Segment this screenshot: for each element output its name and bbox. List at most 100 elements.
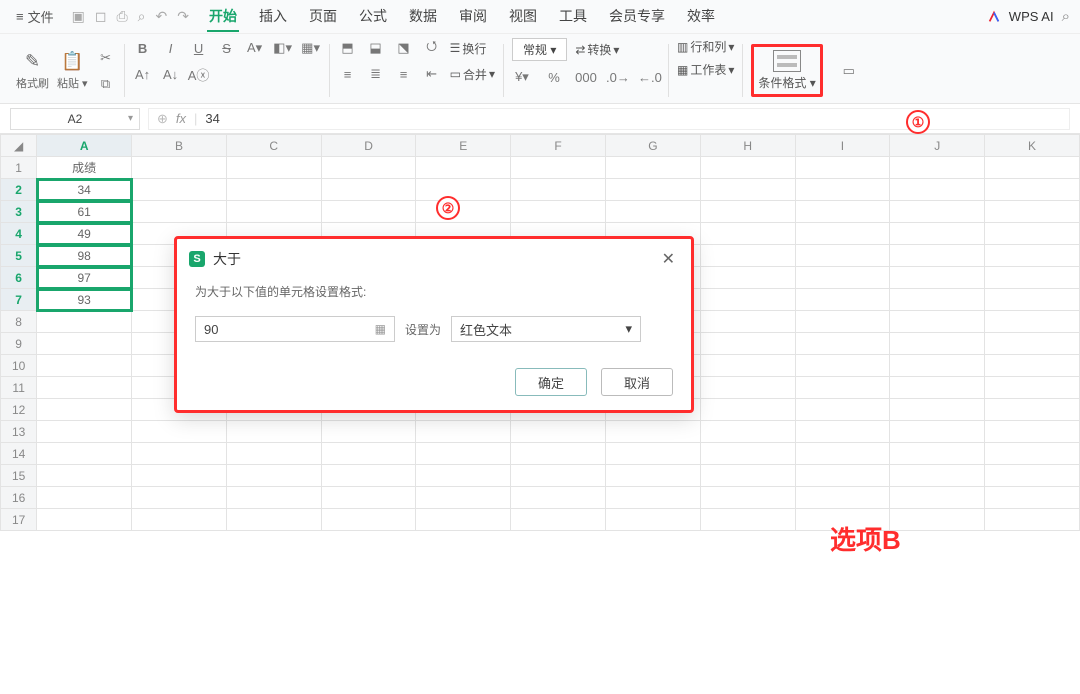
cell-A7[interactable]: 93: [37, 289, 132, 311]
convert-button[interactable]: ⇄ 转换 ▾: [575, 41, 619, 58]
number-format-select[interactable]: 常规 ▾: [512, 38, 567, 61]
cancel-button[interactable]: 取消: [601, 368, 673, 396]
tab-insert[interactable]: 插入: [257, 2, 289, 32]
row-header-5[interactable]: 5: [1, 245, 37, 267]
expand-icon[interactable]: ⊕: [157, 111, 168, 127]
row-header-14[interactable]: 14: [1, 443, 37, 465]
rows-cols-button[interactable]: ▥ 行和列 ▾: [677, 38, 734, 55]
tab-vip[interactable]: 会员专享: [607, 2, 667, 32]
preview-icon[interactable]: ⌕: [138, 8, 146, 25]
format-select[interactable]: 红色文本 ▾: [451, 316, 641, 342]
paste-button[interactable]: 📋 粘贴 ▾: [57, 51, 88, 91]
format-painter-button[interactable]: ✎ 格式刷: [16, 51, 49, 91]
clear-format-icon[interactable]: Aⓧ: [189, 64, 209, 84]
close-icon[interactable]: ✕: [658, 249, 679, 269]
align-bottom-icon[interactable]: ⬔: [394, 38, 414, 58]
cell-A2[interactable]: 34: [37, 179, 132, 201]
percent-icon[interactable]: %: [544, 67, 564, 87]
print-icon[interactable]: ⎙: [116, 8, 127, 25]
cut-icon[interactable]: ✂: [96, 48, 116, 68]
tab-view[interactable]: 视图: [507, 2, 539, 32]
increase-font-icon[interactable]: A↑: [133, 64, 153, 84]
dec-inc-icon[interactable]: .0→: [608, 67, 628, 87]
col-header-J[interactable]: J: [890, 135, 985, 157]
decrease-font-icon[interactable]: A↓: [161, 64, 181, 84]
row-header-11[interactable]: 11: [1, 377, 37, 399]
underline-button[interactable]: U: [189, 38, 209, 58]
worksheet-button[interactable]: ▦ 工作表 ▾: [677, 61, 734, 78]
cell-A3[interactable]: 61: [37, 201, 132, 223]
dialog-titlebar[interactable]: S 大于 ✕: [177, 239, 691, 279]
col-header-H[interactable]: H: [700, 135, 795, 157]
fill-color-button[interactable]: ◧▾: [273, 38, 293, 58]
copy-icon[interactable]: ⧉: [96, 74, 116, 94]
orientation-icon[interactable]: ⭯: [422, 38, 442, 58]
strike-button[interactable]: S: [217, 38, 237, 58]
search-icon[interactable]: ⌕: [1062, 8, 1070, 25]
col-header-I[interactable]: I: [795, 135, 890, 157]
tab-data[interactable]: 数据: [407, 2, 439, 32]
row-header-8[interactable]: 8: [1, 311, 37, 333]
more-icon[interactable]: ▭: [839, 61, 859, 81]
thousand-icon[interactable]: 000: [576, 67, 596, 87]
row-header-16[interactable]: 16: [1, 487, 37, 509]
col-header-F[interactable]: F: [511, 135, 606, 157]
row-header-9[interactable]: 9: [1, 333, 37, 355]
font-color-button[interactable]: A▾: [245, 38, 265, 58]
file-menu[interactable]: ≡ 文件: [10, 3, 60, 30]
dec-dec-icon[interactable]: ←.0: [640, 67, 660, 87]
row-header-6[interactable]: 6: [1, 267, 37, 289]
bold-button[interactable]: B: [133, 38, 153, 58]
align-right-icon[interactable]: ≡: [394, 64, 414, 84]
col-header-K[interactable]: K: [985, 135, 1080, 157]
col-header-A[interactable]: A: [37, 135, 132, 157]
name-box[interactable]: A2: [10, 108, 140, 130]
undo-icon[interactable]: ↶: [156, 8, 168, 25]
indent-dec-icon[interactable]: ⇤: [422, 64, 442, 84]
ok-button[interactable]: 确定: [515, 368, 587, 396]
redo-icon[interactable]: ↷: [177, 8, 189, 25]
row-header-3[interactable]: 3: [1, 201, 37, 223]
row-header-4[interactable]: 4: [1, 223, 37, 245]
cell-A1[interactable]: 成绩: [37, 157, 132, 179]
open-icon[interactable]: ◻: [95, 8, 107, 25]
row-header-2[interactable]: 2: [1, 179, 37, 201]
align-top-icon[interactable]: ⬒: [338, 38, 358, 58]
threshold-input[interactable]: 90 ▦: [195, 316, 395, 342]
row-header-17[interactable]: 17: [1, 509, 37, 531]
save-icon[interactable]: ▣: [72, 8, 85, 25]
align-center-icon[interactable]: ≣: [366, 64, 386, 84]
ai-label[interactable]: WPS AI: [1009, 9, 1054, 24]
align-left-icon[interactable]: ≡: [338, 64, 358, 84]
align-middle-icon[interactable]: ⬓: [366, 38, 386, 58]
italic-button[interactable]: I: [161, 38, 181, 58]
tab-formula[interactable]: 公式: [357, 2, 389, 32]
border-button[interactable]: ▦▾: [301, 38, 321, 58]
cell-A4[interactable]: 49: [37, 223, 132, 245]
row-header-10[interactable]: 10: [1, 355, 37, 377]
tab-page[interactable]: 页面: [307, 2, 339, 32]
row-header-1[interactable]: 1: [1, 157, 37, 179]
row-header-7[interactable]: 7: [1, 289, 37, 311]
row-header-15[interactable]: 15: [1, 465, 37, 487]
col-header-B[interactable]: B: [132, 135, 227, 157]
tab-review[interactable]: 审阅: [457, 2, 489, 32]
range-picker-icon[interactable]: ▦: [375, 322, 386, 336]
wrap-text-button[interactable]: ☰ 换行: [450, 40, 487, 57]
cell-A5[interactable]: 98: [37, 245, 132, 267]
col-header-C[interactable]: C: [226, 135, 321, 157]
conditional-format-button[interactable]: 条件格式 ▾: [751, 44, 822, 97]
select-all-corner[interactable]: ◢: [1, 135, 37, 157]
col-header-D[interactable]: D: [321, 135, 416, 157]
col-header-G[interactable]: G: [605, 135, 700, 157]
cell-A6[interactable]: 97: [37, 267, 132, 289]
currency-icon[interactable]: ¥▾: [512, 67, 532, 87]
formula-input-area[interactable]: ⊕ fx | 34: [148, 108, 1070, 130]
tab-efficiency[interactable]: 效率: [685, 2, 717, 32]
tab-tools[interactable]: 工具: [557, 2, 589, 32]
col-header-E[interactable]: E: [416, 135, 511, 157]
tab-start[interactable]: 开始: [207, 2, 239, 32]
merge-button[interactable]: ▭ 合并 ▾: [450, 66, 495, 83]
row-header-12[interactable]: 12: [1, 399, 37, 421]
row-header-13[interactable]: 13: [1, 421, 37, 443]
